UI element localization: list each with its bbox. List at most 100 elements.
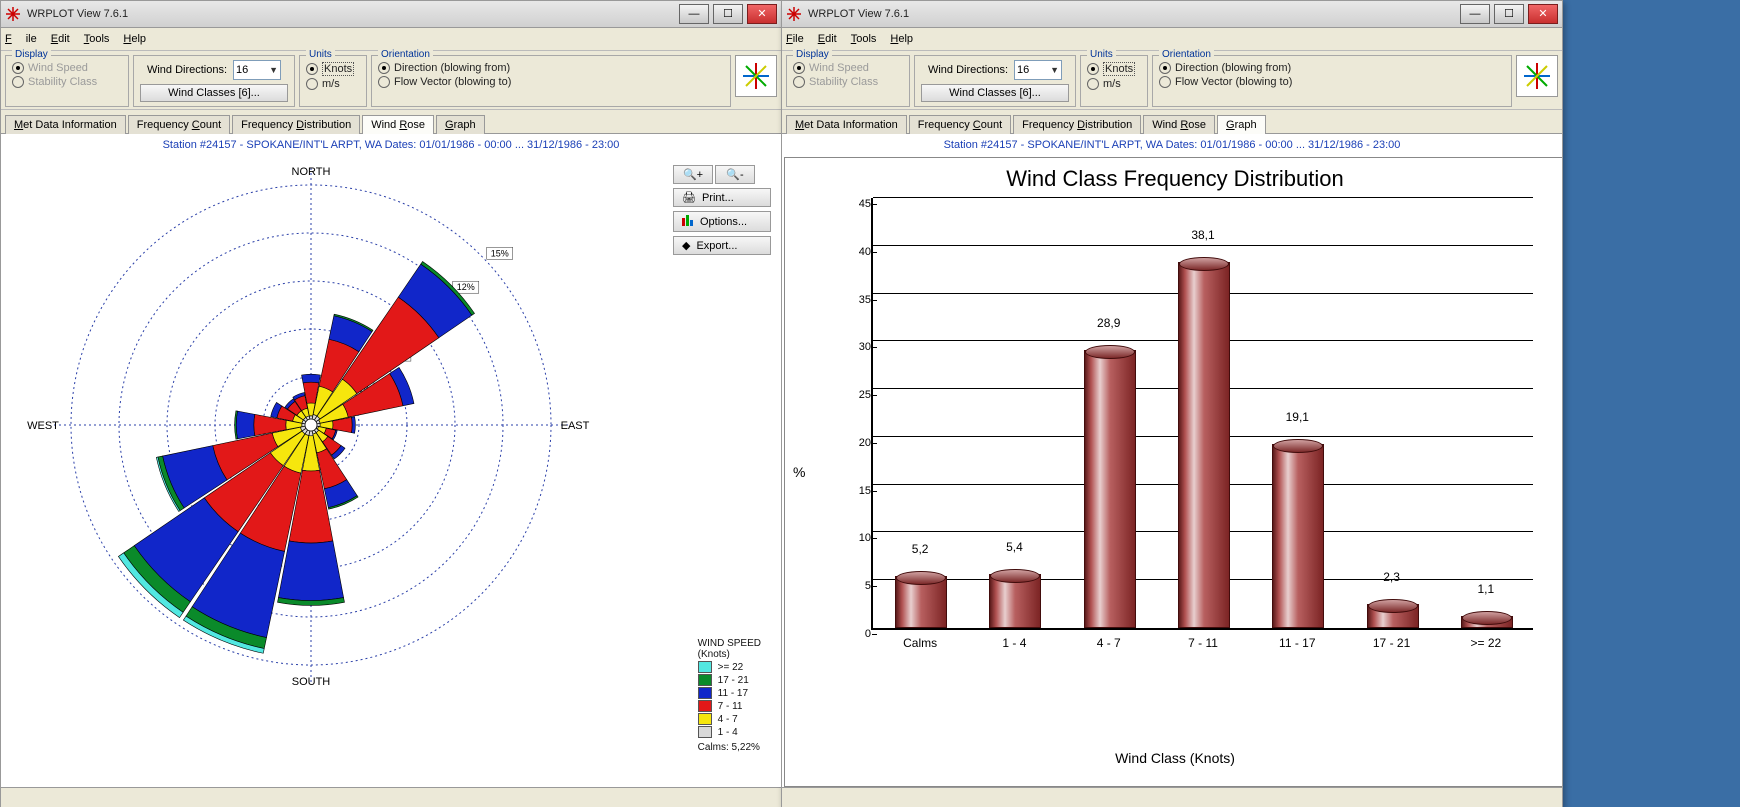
menu-file[interactable]: File <box>786 33 804 45</box>
app-icon <box>786 6 802 22</box>
bar-value-label: 28,9 <box>1097 316 1120 330</box>
toolbar: Display Wind Speed Stability Class Wind … <box>782 51 1562 110</box>
menu-edit[interactable]: Edit <box>51 33 70 45</box>
zoom-in-button[interactable]: 🔍+ <box>673 165 713 184</box>
maximize-button[interactable]: ☐ <box>1494 4 1524 24</box>
tab-frequency-count[interactable]: Frequency Count <box>128 115 230 134</box>
statusbar <box>1 787 781 807</box>
radio-ms[interactable]: m/s <box>306 78 360 90</box>
radio-knots[interactable]: Knots <box>306 62 360 76</box>
chart-toolbar: 🔍+ 🔍- 🖨Print... Options... ◆Export... <box>673 165 771 255</box>
group-display: Display Wind Speed Stability Class <box>5 55 129 107</box>
bar <box>1084 350 1136 628</box>
menu-help[interactable]: Help <box>890 33 913 45</box>
category-label: >= 22 <box>1470 636 1501 650</box>
bar-value-label: 5,2 <box>912 542 929 556</box>
legend-title: WIND SPEED <box>698 638 761 649</box>
export-icon: ◆ <box>682 239 690 252</box>
legend-calms: Calms: 5,22% <box>698 742 761 753</box>
svg-text:WEST: WEST <box>27 420 59 432</box>
wind-classes-button[interactable]: Wind Classes [6]... <box>140 84 288 102</box>
bar-value-label: 19,1 <box>1286 410 1309 424</box>
chart-title: Wind Class Frequency Distribution <box>785 166 1562 192</box>
svg-text:NORTH: NORTH <box>292 166 331 178</box>
tab-met-data[interactable]: Met Data Information <box>786 115 907 134</box>
bar <box>895 576 947 628</box>
group-wind-dir: Wind Directions: 16▼ Wind Classes [6]... <box>914 55 1076 107</box>
tab-met-data[interactable]: Met Data Information <box>5 115 126 134</box>
menu-tools[interactable]: Tools <box>851 33 877 45</box>
group-orientation: Orientation Direction (blowing from) Flo… <box>371 55 731 107</box>
category-label: 4 - 7 <box>1097 636 1121 650</box>
legend-unit: (Knots) <box>698 649 761 660</box>
wind-directions-select[interactable]: 16▼ <box>1014 60 1062 80</box>
bar-value-label: 2,3 <box>1383 570 1400 584</box>
tab-graph[interactable]: Graph <box>1217 115 1266 134</box>
window-title: WRPLOT View 7.6.1 <box>808 8 1460 20</box>
app-icon <box>5 6 21 22</box>
minimize-button[interactable]: ― <box>679 4 709 24</box>
close-button[interactable]: ✕ <box>1528 4 1558 24</box>
group-display: Display Wind Speed Stability Class <box>786 55 910 107</box>
maximize-button[interactable]: ☐ <box>713 4 743 24</box>
tab-frequency-count[interactable]: Frequency Count <box>909 115 1011 134</box>
legend-item: >= 22 <box>698 661 761 673</box>
group-units: Units Knots m/s <box>299 55 367 107</box>
bar <box>1461 616 1513 629</box>
radio-blowing-to[interactable]: Flow Vector (blowing to) <box>378 76 724 88</box>
menu-file[interactable]: File <box>5 33 37 45</box>
options-button[interactable]: Options... <box>673 211 771 232</box>
radio-blowing-to[interactable]: Flow Vector (blowing to) <box>1159 76 1505 88</box>
zoom-out-button[interactable]: 🔍- <box>715 165 755 184</box>
legend-item: 1 - 4 <box>698 726 761 738</box>
wind-directions-label: Wind Directions: <box>147 64 227 76</box>
category-label: 11 - 17 <box>1279 636 1315 650</box>
wind-directions-select[interactable]: 16▼ <box>233 60 281 80</box>
group-units: Units Knots m/s <box>1080 55 1148 107</box>
minimize-button[interactable]: ― <box>1460 4 1490 24</box>
legend-item: 11 - 17 <box>698 687 761 699</box>
y-axis-label: % <box>793 464 805 480</box>
titlebar[interactable]: WRPLOT View 7.6.1 ― ☐ ✕ <box>782 1 1562 28</box>
bar <box>1367 604 1419 628</box>
x-axis-label: Wind Class (Knots) <box>785 750 1562 766</box>
titlebar[interactable]: WRPLOT View 7.6.1 ― ☐ ✕ <box>1 1 781 28</box>
menu-edit[interactable]: Edit <box>818 33 837 45</box>
content-wind-rose: Station #24157 - SPOKANE/INT'L ARPT, WA … <box>1 134 781 787</box>
tab-graph[interactable]: Graph <box>436 115 485 134</box>
window-wind-rose: WRPLOT View 7.6.1 ― ☐ ✕ File Edit Tools … <box>0 0 782 807</box>
radio-ms[interactable]: m/s <box>1087 78 1141 90</box>
radio-blowing-from[interactable]: Direction (blowing from) <box>1159 62 1505 74</box>
chevron-down-icon: ▼ <box>269 65 278 75</box>
print-button[interactable]: 🖨Print... <box>673 188 771 207</box>
group-caption: Display <box>12 49 51 60</box>
svg-text:EAST: EAST <box>561 420 590 432</box>
toolbar: Display Wind Speed Stability Class Wind … <box>1 51 781 110</box>
close-button[interactable]: ✕ <box>747 4 777 24</box>
export-button[interactable]: ◆Export... <box>673 236 771 255</box>
bar-value-label: 38,1 <box>1191 228 1214 242</box>
radio-stability-class[interactable]: Stability Class <box>793 76 903 88</box>
tab-wind-rose[interactable]: Wind Rose <box>1143 115 1215 134</box>
tab-frequency-distribution[interactable]: Frequency Distribution <box>232 115 360 134</box>
menu-help[interactable]: Help <box>123 33 146 45</box>
tab-wind-rose[interactable]: Wind Rose <box>362 115 434 134</box>
wind-classes-button[interactable]: Wind Classes [6]... <box>921 84 1069 102</box>
tabstrip: Met Data Information Frequency Count Fre… <box>1 110 781 134</box>
tab-frequency-distribution[interactable]: Frequency Distribution <box>1013 115 1141 134</box>
radio-wind-speed[interactable]: Wind Speed <box>12 62 122 74</box>
window-graph: WRPLOT View 7.6.1 ― ☐ ✕ File Edit Tools … <box>781 0 1563 807</box>
svg-text:12%: 12% <box>457 282 475 292</box>
app-logo <box>735 55 777 97</box>
bars-icon <box>682 214 694 229</box>
category-label: 7 - 11 <box>1188 636 1218 650</box>
radio-knots[interactable]: Knots <box>1087 62 1141 76</box>
zoom-out-icon: 🔍- <box>726 168 743 181</box>
bar-value-label: 5,4 <box>1006 540 1023 554</box>
radio-wind-speed[interactable]: Wind Speed <box>793 62 903 74</box>
station-info: Station #24157 - SPOKANE/INT'L ARPT, WA … <box>1 135 781 155</box>
menu-tools[interactable]: Tools <box>84 33 110 45</box>
radio-blowing-from[interactable]: Direction (blowing from) <box>378 62 724 74</box>
radio-stability-class[interactable]: Stability Class <box>12 76 122 88</box>
bar <box>1178 262 1230 628</box>
